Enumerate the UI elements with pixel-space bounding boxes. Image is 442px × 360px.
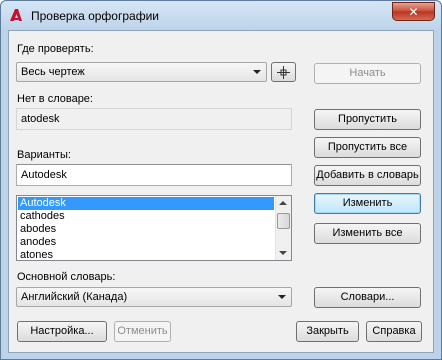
ignore-button[interactable]: Пропустить bbox=[314, 109, 421, 130]
autocad-logo-icon bbox=[10, 9, 22, 21]
check-where-value: Весь чертеж bbox=[21, 66, 85, 78]
suggestion-input[interactable]: Autodesk bbox=[16, 164, 292, 186]
chevron-down-icon bbox=[278, 295, 286, 299]
close-button[interactable]: Закрыть bbox=[296, 321, 359, 342]
title-bar[interactable]: Проверка орфографии ✕ bbox=[1, 1, 441, 31]
add-to-dictionary-button[interactable]: Добавить в словарь bbox=[314, 165, 421, 186]
window-title: Проверка орфографии bbox=[31, 9, 159, 23]
list-item[interactable]: atones bbox=[18, 249, 274, 260]
change-button[interactable]: Изменить bbox=[314, 193, 421, 214]
ignore-all-button[interactable]: Пропустить все bbox=[314, 137, 421, 158]
suggestions-list[interactable]: Autodesk cathodes abodes anodes atones bbox=[16, 195, 292, 261]
select-objects-button[interactable] bbox=[271, 62, 296, 82]
chevron-down-icon bbox=[253, 70, 261, 74]
not-in-dictionary-label: Нет в словаре: bbox=[17, 93, 93, 105]
main-dictionary-label: Основной словарь: bbox=[17, 271, 116, 283]
check-where-label: Где проверять: bbox=[17, 43, 94, 55]
not-in-dictionary-value: atodesk bbox=[21, 113, 60, 125]
start-button[interactable]: Начать bbox=[314, 63, 421, 84]
list-item[interactable]: anodes bbox=[18, 236, 274, 249]
crosshair-icon bbox=[277, 66, 290, 79]
list-item[interactable]: cathodes bbox=[18, 210, 274, 223]
close-icon: ✕ bbox=[408, 4, 419, 19]
scroll-down-icon[interactable] bbox=[279, 251, 287, 255]
scroll-up-icon[interactable] bbox=[279, 201, 287, 205]
spelling-dialog: Проверка орфографии ✕ Где проверять: Вес… bbox=[0, 0, 442, 360]
check-where-dropdown[interactable]: Весь чертеж bbox=[16, 62, 267, 82]
suggestions-label: Варианты: bbox=[17, 149, 71, 161]
not-in-dictionary-field: atodesk bbox=[16, 108, 292, 130]
list-item[interactable]: abodes bbox=[18, 223, 274, 236]
list-scrollbar[interactable] bbox=[275, 196, 291, 260]
dialog-body: Где проверять: Весь чертеж Начать Нет в … bbox=[8, 30, 434, 353]
help-button[interactable]: Справка bbox=[366, 321, 422, 342]
close-window-button[interactable]: ✕ bbox=[392, 2, 435, 21]
list-item[interactable]: Autodesk bbox=[18, 197, 274, 210]
settings-button[interactable]: Настройка... bbox=[17, 321, 107, 342]
change-all-button[interactable]: Изменить все bbox=[314, 223, 421, 244]
main-dictionary-dropdown[interactable]: Английский (Канада) bbox=[16, 287, 292, 307]
suggestion-value: Autodesk bbox=[21, 169, 67, 181]
scrollbar-thumb[interactable] bbox=[277, 213, 290, 229]
main-dictionary-value: Английский (Канада) bbox=[21, 291, 128, 303]
dictionaries-button[interactable]: Словари... bbox=[314, 287, 421, 308]
undo-button[interactable]: Отменить bbox=[114, 321, 171, 342]
